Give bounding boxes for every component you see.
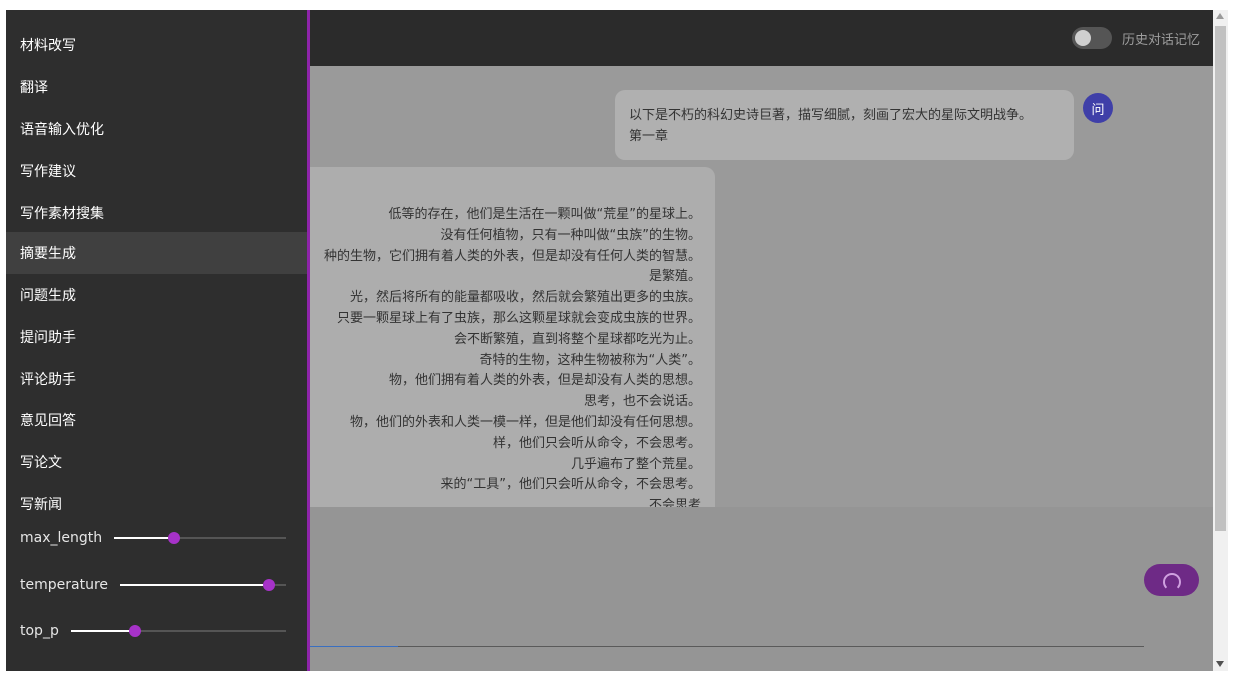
sidebar-item-material-rewrite[interactable]: 材料改写 [6,24,307,66]
scroll-up-arrow-icon[interactable] [1216,13,1224,19]
history-toggle[interactable] [1071,27,1112,49]
user-avatar: 问 [1083,93,1113,123]
app-frame: 历史对话记忆 以下是不朽的科幻史诗巨著，描写细腻，刻画了宏大的星际文明战争。 第… [6,10,1213,671]
slider-fill [120,584,270,586]
sidebar-item-translate[interactable]: 翻译 [6,66,307,108]
slider-thumb[interactable] [263,579,276,591]
sidebar-item-writing-material[interactable]: 写作素材搜集 [6,192,307,234]
sidebar-item-comment-assistant[interactable]: 评论助手 [6,358,307,400]
history-toggle-group: 历史对话记忆 [1071,26,1200,50]
slider-track[interactable] [70,625,286,637]
sidebar-item-ask-assistant[interactable]: 提问助手 [6,316,307,358]
sidebar-item-summary[interactable]: 摘要生成 [6,232,307,274]
input-underline [306,646,1144,647]
slider-label: top_p [20,623,59,639]
sidebar-item-write-paper[interactable]: 写论文 [6,441,307,483]
history-toggle-label: 历史对话记忆 [1121,32,1200,48]
slider-label: max_length [20,530,103,546]
input-underline-focus [306,646,398,647]
sidebar-item-opinion-answer[interactable]: 意见回答 [6,399,307,441]
slider-top-p: top_p [20,619,286,643]
sidebar-item-writing-advice[interactable]: 写作建议 [6,150,307,192]
question-bubble: 以下是不朽的科幻史诗巨著，描写细腻，刻画了宏大的星际文明战争。 第一章 [615,90,1074,160]
sidebar-item-voice-input-optimize[interactable]: 语音输入优化 [6,108,307,150]
slider-thumb[interactable] [168,532,181,544]
scroll-thumb[interactable] [1215,26,1226,531]
question-line: 第一章 [629,129,669,144]
slider-temperature: temperature [20,573,286,597]
scroll-down-arrow-icon[interactable] [1216,661,1224,667]
sidebar-item-write-news[interactable]: 写新闻 [6,483,307,525]
loading-spinner-icon [1162,573,1181,591]
slider-track[interactable] [120,579,286,591]
slider-fill [114,537,175,539]
page-scrollbar[interactable] [1213,10,1228,671]
slider-track[interactable] [114,532,286,544]
slider-max-length: max_length [20,526,286,550]
toggle-knob [1074,30,1091,46]
slider-thumb[interactable] [129,625,142,637]
slider-fill [70,630,136,632]
slider-label: temperature [20,577,108,593]
question-line: 以下是不朽的科幻史诗巨著，描写细腻，刻画了宏大的星际文明战争。 [629,108,1033,123]
sidebar: 材料改写 翻译 语音输入优化 写作建议 写作素材搜集 摘要生成 问题生成 提问助… [6,10,310,671]
send-button[interactable] [1144,564,1199,596]
sidebar-item-question-gen[interactable]: 问题生成 [6,274,307,316]
